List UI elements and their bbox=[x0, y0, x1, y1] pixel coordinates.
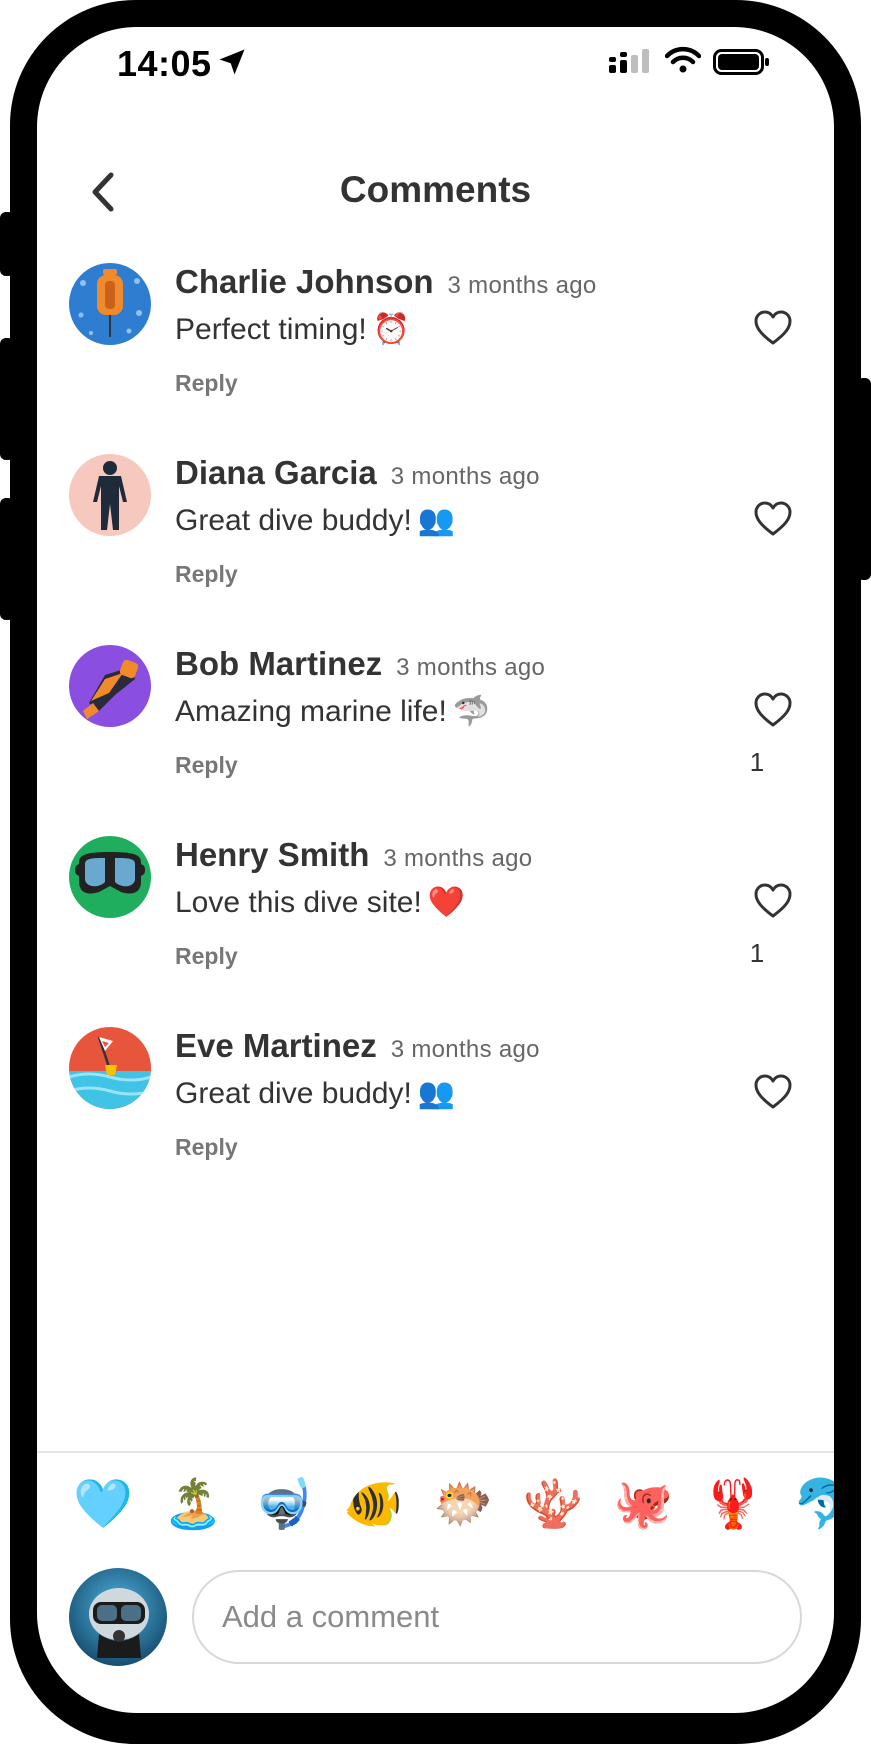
comment-composer bbox=[37, 1562, 834, 1672]
wetsuit-icon bbox=[69, 454, 151, 536]
side-button-volume-up bbox=[0, 338, 14, 460]
comment-time: 3 months ago bbox=[390, 463, 540, 490]
comment-author[interactable]: Charlie Johnson 3 months ago bbox=[175, 263, 597, 301]
comment-time: 3 months ago bbox=[396, 654, 546, 681]
nav-header: Comments bbox=[37, 147, 834, 227]
location-arrow-icon bbox=[219, 49, 245, 75]
comment-time: 3 months ago bbox=[390, 1036, 540, 1063]
reaction-octopus[interactable]: 🐙 bbox=[611, 1475, 675, 1535]
avatar[interactable] bbox=[69, 1027, 151, 1109]
comment-emoji: ❤️ bbox=[427, 886, 466, 919]
reaction-lobster[interactable]: 🦞 bbox=[701, 1475, 765, 1535]
heart-icon[interactable] bbox=[753, 1073, 793, 1111]
status-time: 14:05 bbox=[117, 43, 212, 84]
reply-button[interactable]: Reply bbox=[175, 561, 238, 588]
reaction-tropical-fish[interactable]: 🐠 bbox=[341, 1475, 405, 1535]
comment-text: Perfect timing! ⏰ bbox=[175, 312, 410, 347]
reaction-light-blue-heart[interactable]: 🩵 bbox=[71, 1475, 135, 1535]
author-name: Henry Smith bbox=[175, 836, 370, 873]
reaction-blowfish[interactable]: 🐡 bbox=[431, 1475, 495, 1535]
diving-buoy-icon bbox=[69, 263, 151, 345]
cellular-signal-icon bbox=[609, 49, 649, 73]
comment-time: 3 months ago bbox=[447, 272, 597, 299]
fins-icon bbox=[69, 645, 151, 727]
comment-text: Love this dive site! ❤️ bbox=[175, 885, 465, 920]
like-count: 1 bbox=[749, 747, 765, 777]
heart-icon[interactable] bbox=[753, 500, 793, 538]
reply-button[interactable]: Reply bbox=[175, 370, 238, 397]
comment-input[interactable] bbox=[192, 1570, 802, 1664]
comment-item: Henry Smith 3 months ago Love this dive s… bbox=[37, 830, 834, 1021]
side-button-power bbox=[857, 378, 871, 580]
comment-author[interactable]: Eve Martinez 3 months ago bbox=[175, 1027, 540, 1065]
reaction-island[interactable]: 🏝️ bbox=[161, 1475, 225, 1535]
wifi-icon bbox=[665, 46, 701, 73]
comment-body: Great dive buddy! bbox=[175, 1077, 412, 1110]
comment-body: Love this dive site! bbox=[175, 886, 422, 919]
comment-list: Charlie Johnson 3 months ago Perfect timi… bbox=[37, 257, 834, 1212]
quick-reactions-bar: 🩵 🏝️ 🤿 🐠 🐡 🪸 🐙 🦞 🐬 bbox=[37, 1475, 834, 1535]
reply-button[interactable]: Reply bbox=[175, 752, 238, 779]
reaction-diving-mask[interactable]: 🤿 bbox=[251, 1475, 315, 1535]
comment-emoji: 👥 bbox=[417, 504, 456, 537]
comment-text: Great dive buddy! 👥 bbox=[175, 503, 455, 538]
comment-emoji: 👥 bbox=[417, 1077, 456, 1110]
dive-mask-icon bbox=[69, 836, 151, 918]
page-title: Comments bbox=[339, 169, 532, 210]
reply-button[interactable]: Reply bbox=[175, 943, 238, 970]
battery-icon bbox=[713, 49, 769, 75]
like-count: 1 bbox=[749, 938, 765, 968]
comment-item: Charlie Johnson 3 months ago Perfect timi… bbox=[37, 257, 834, 448]
heart-icon[interactable] bbox=[753, 309, 793, 347]
reaction-dolphin[interactable]: 🐬 bbox=[791, 1475, 834, 1535]
comment-item: Diana Garcia 3 months ago Great dive budd… bbox=[37, 448, 834, 639]
comment-body: Perfect timing! bbox=[175, 313, 367, 346]
comment-author[interactable]: Henry Smith 3 months ago bbox=[175, 836, 532, 874]
heart-icon[interactable] bbox=[753, 691, 793, 729]
comment-author[interactable]: Diana Garcia 3 months ago bbox=[175, 454, 540, 492]
author-name: Charlie Johnson bbox=[175, 263, 434, 300]
avatar[interactable] bbox=[69, 836, 151, 918]
comment-item: Bob Martinez 3 months ago Amazing marine … bbox=[37, 639, 834, 830]
comment-item: Eve Martinez 3 months ago Great dive budd… bbox=[37, 1021, 834, 1212]
avatar[interactable] bbox=[69, 454, 151, 536]
avatar[interactable] bbox=[69, 645, 151, 727]
comment-time: 3 months ago bbox=[383, 845, 533, 872]
comment-emoji: ⏰ bbox=[372, 313, 411, 346]
comment-text: Great dive buddy! 👥 bbox=[175, 1076, 455, 1111]
divider bbox=[37, 1451, 834, 1453]
status-bar: 14:05 bbox=[37, 27, 834, 97]
comment-author[interactable]: Bob Martinez 3 months ago bbox=[175, 645, 545, 683]
avatar[interactable] bbox=[69, 263, 151, 345]
comment-body: Great dive buddy! bbox=[175, 504, 412, 537]
heart-icon[interactable] bbox=[753, 882, 793, 920]
comment-emoji: 🦈 bbox=[452, 695, 491, 728]
screen: 14:05 Comments Charlie Johnson 3 months … bbox=[37, 27, 834, 1713]
author-name: Diana Garcia bbox=[175, 454, 377, 491]
comment-body: Amazing marine life! bbox=[175, 695, 447, 728]
reaction-coral[interactable]: 🪸 bbox=[521, 1475, 585, 1535]
diver-photo-icon bbox=[69, 1568, 167, 1666]
author-name: Bob Martinez bbox=[175, 645, 383, 682]
reply-button[interactable]: Reply bbox=[175, 1134, 238, 1161]
dive-flag-buoy-icon bbox=[69, 1027, 151, 1109]
current-user-avatar[interactable] bbox=[69, 1568, 167, 1666]
author-name: Eve Martinez bbox=[175, 1027, 377, 1064]
side-button-volume-down bbox=[0, 498, 14, 620]
comment-text: Amazing marine life! 🦈 bbox=[175, 694, 490, 729]
side-button-mute bbox=[0, 212, 14, 276]
